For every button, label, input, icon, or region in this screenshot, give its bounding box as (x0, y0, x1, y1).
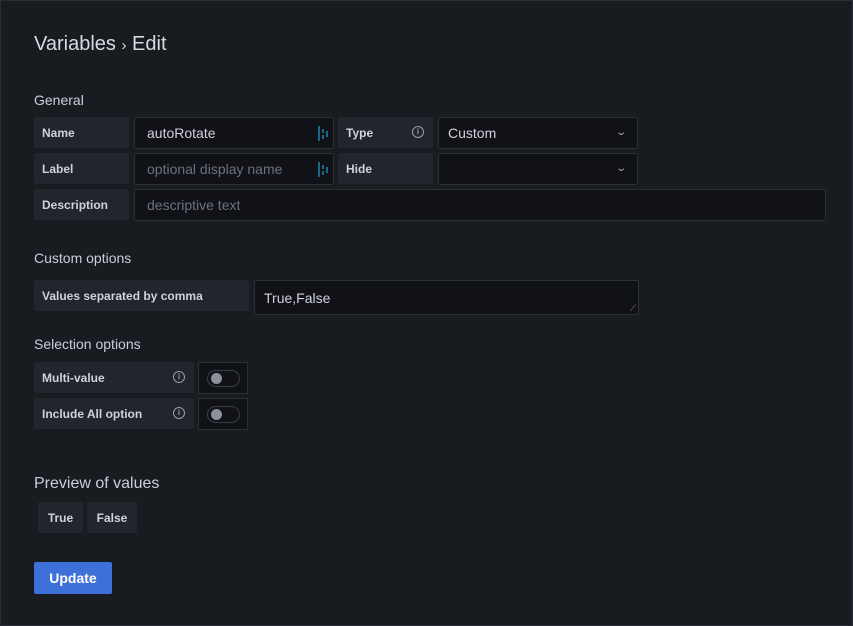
multi-value-label: Multi-value i (34, 362, 194, 393)
name-input[interactable]: autoRotate (134, 117, 334, 149)
name-value: autoRotate (147, 125, 216, 141)
variable-icon (318, 162, 328, 177)
info-icon[interactable]: i (173, 371, 185, 383)
type-value: Custom (448, 125, 497, 141)
label-placeholder: optional display name (147, 161, 283, 177)
preview-heading: Preview of values (34, 475, 160, 492)
chevron-down-icon: ⌄ (614, 127, 627, 138)
type-label: Type i (338, 117, 433, 148)
custom-options-heading: Custom options (34, 250, 132, 266)
info-icon[interactable]: i (173, 407, 185, 419)
preview-chip: False (87, 502, 137, 533)
description-label: Description (34, 189, 129, 220)
resize-handle-icon[interactable]: ⟋ (630, 303, 636, 314)
page-title: Variables › Edit (34, 33, 167, 56)
breadcrumb-edit: Edit (132, 33, 167, 55)
update-button[interactable]: Update (34, 562, 112, 594)
variable-icon (318, 126, 328, 141)
name-label: Name (34, 117, 129, 148)
values-textarea[interactable]: True,False ⟋ (254, 280, 639, 315)
chevron-down-icon: ⌄ (614, 163, 627, 174)
include-all-toggle[interactable] (198, 398, 248, 430)
label-input[interactable]: optional display name (134, 153, 334, 185)
type-label-text: Type (346, 125, 374, 140)
values-label: Values separated by comma (34, 280, 249, 311)
multi-value-text: Multi-value (42, 370, 105, 385)
multi-value-toggle[interactable] (198, 362, 248, 394)
type-select[interactable]: Custom ⌄ (438, 117, 638, 149)
label-label: Label (34, 153, 129, 184)
general-heading: General (34, 92, 84, 108)
preview-chip: True (38, 502, 83, 533)
include-all-text: Include All option (42, 406, 143, 421)
breadcrumb-separator: › (121, 37, 127, 54)
values-text: True,False (264, 289, 331, 306)
include-all-label: Include All option i (34, 398, 194, 429)
toggle-switch[interactable] (206, 369, 240, 387)
hide-label: Hide (338, 153, 433, 184)
breadcrumb-variables[interactable]: Variables (34, 33, 116, 55)
info-icon[interactable]: i (412, 126, 424, 138)
selection-options-heading: Selection options (34, 336, 141, 352)
hide-select[interactable]: ⌄ (438, 153, 638, 185)
description-input[interactable]: descriptive text (134, 189, 826, 221)
toggle-switch[interactable] (206, 405, 240, 423)
description-placeholder: descriptive text (147, 197, 241, 213)
